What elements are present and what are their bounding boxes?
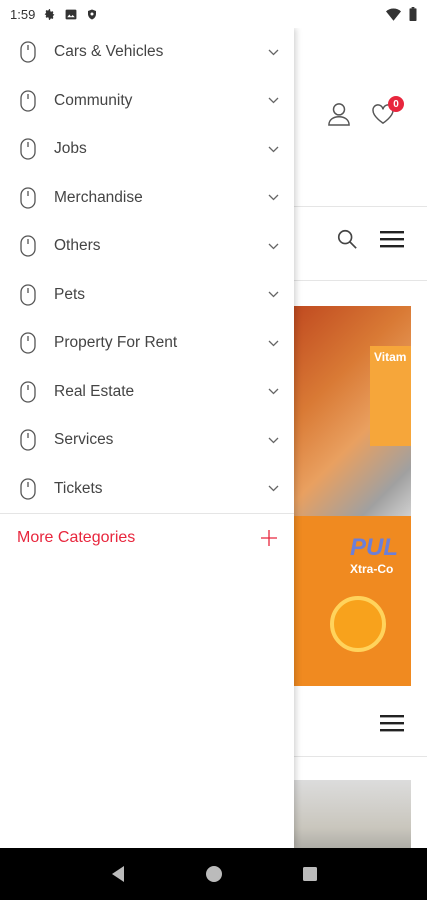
banner-vitamin-label: Vitam [370,346,411,446]
mouse-icon [18,186,38,210]
header-actions: 0 [328,96,404,131]
promo-banner[interactable]: Vitam PUL Xtra-Co [294,306,411,686]
chevron-down-icon[interactable] [266,288,280,302]
mouse-icon [18,89,38,113]
chevron-down-icon[interactable] [266,482,280,496]
mouse-icon [18,137,38,161]
category-item[interactable]: Jobs [0,125,294,174]
more-categories-label: More Categories [17,528,136,546]
category-list: Cars & Vehicles Community Jobs Merchandise O… [0,28,294,513]
battery-icon [409,7,417,21]
back-icon[interactable] [110,865,126,883]
category-drawer: Cars & Vehicles Community Jobs Merchandise O… [0,28,294,848]
mouse-icon [18,40,38,64]
category-label: Property For Rent [54,334,178,352]
category-label: Merchandise [54,188,143,206]
category-label: Services [54,431,114,449]
mouse-icon [18,428,38,452]
banner-product-subtitle: Xtra-Co [350,562,394,576]
category-label: Cars & Vehicles [54,43,164,61]
category-item[interactable]: Others [0,222,294,271]
wifi-icon [386,8,401,21]
category-item[interactable]: Cars & Vehicles [0,28,294,77]
category-label: Pets [54,285,86,303]
chevron-down-icon[interactable] [266,336,280,350]
status-system-icons [386,7,417,21]
category-item[interactable]: Community [0,77,294,126]
banner-product-name: PUL [350,534,398,561]
shield-icon [88,9,97,19]
category-item[interactable]: Merchandise [0,174,294,223]
chevron-down-icon[interactable] [266,142,280,156]
category-item[interactable]: Real Estate [0,368,294,417]
settings-gear-icon [44,8,55,20]
category-label: Jobs [54,140,87,158]
category-label: Others [54,237,101,255]
chevron-down-icon[interactable] [266,191,280,205]
recent-apps-icon[interactable] [302,866,318,882]
status-notification-icons [43,8,98,21]
chevron-down-icon[interactable] [266,385,280,399]
section-divider [294,756,427,757]
hamburger-menu-icon[interactable] [380,230,404,253]
header-divider [294,206,427,207]
mouse-icon [18,331,38,355]
search-menu-row [336,228,404,255]
chevron-down-icon[interactable] [266,45,280,59]
user-account-icon[interactable] [328,102,350,131]
mouse-icon [18,234,38,258]
mouse-icon [18,380,38,404]
home-icon[interactable] [205,865,223,883]
status-bar: 1:59 [0,0,427,28]
banner-orange-image [330,596,386,652]
wishlist-count-badge: 0 [388,96,404,112]
chevron-down-icon[interactable] [266,94,280,108]
category-item[interactable]: Tickets [0,465,294,514]
status-time: 1:59 [10,6,36,22]
mouse-icon [18,477,38,501]
category-item[interactable]: Pets [0,271,294,320]
screen: 1:59 0 Vitam PUL Xtra-Co Cars & Vehicles… [0,0,427,900]
category-item[interactable]: Services [0,416,294,465]
secondary-hamburger-menu-icon[interactable] [380,714,404,737]
category-label: Real Estate [54,382,135,400]
plus-icon[interactable] [260,529,278,547]
system-navigation-bar [0,848,427,900]
search-icon[interactable] [336,228,358,255]
mouse-icon [18,283,38,307]
search-divider [294,280,427,281]
chevron-down-icon[interactable] [266,433,280,447]
category-label: Community [54,91,133,109]
chevron-down-icon[interactable] [266,239,280,253]
image-icon [65,9,77,19]
category-item[interactable]: Property For Rent [0,319,294,368]
category-label: Tickets [54,479,103,497]
more-categories-row[interactable]: More Categories [0,513,294,561]
wishlist-button[interactable]: 0 [372,96,404,129]
